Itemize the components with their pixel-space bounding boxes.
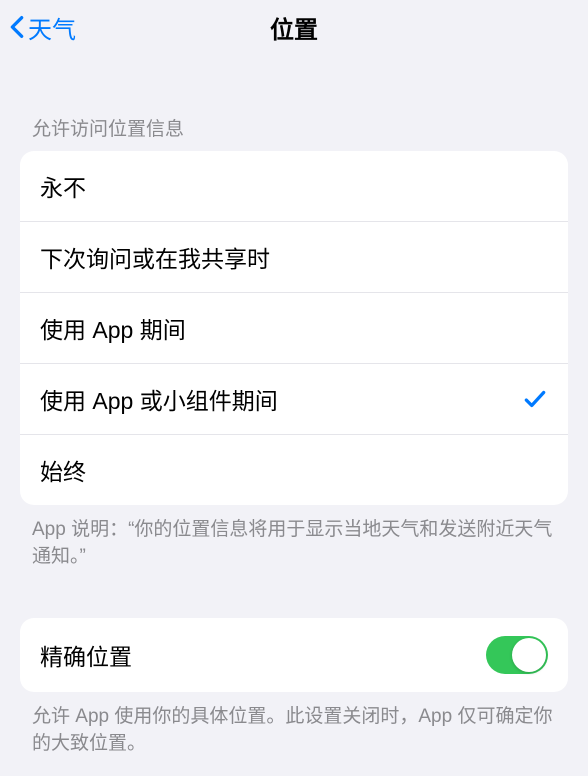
page-title: 位置: [270, 10, 318, 45]
switch-knob: [512, 638, 546, 672]
option-while-using-app-or-widgets[interactable]: 使用 App 或小组件期间: [20, 363, 568, 434]
section-header-location-access: 允许访问位置信息: [0, 54, 588, 151]
checkmark-icon: [522, 386, 548, 412]
navbar: 天气 位置: [0, 0, 588, 54]
option-label: 使用 App 期间: [40, 311, 186, 345]
location-access-options: 永不 下次询问或在我共享时 使用 App 期间 使用 App 或小组件期间 始终: [20, 151, 568, 505]
precise-location-label: 精确位置: [40, 638, 132, 672]
precise-location-group: 精确位置: [20, 618, 568, 692]
option-while-using-app[interactable]: 使用 App 期间: [20, 292, 568, 363]
precise-location-row[interactable]: 精确位置: [20, 618, 568, 692]
chevron-left-icon: [8, 13, 26, 41]
option-always[interactable]: 始终: [20, 434, 568, 505]
option-never[interactable]: 永不: [20, 151, 568, 221]
precise-location-toggle[interactable]: [486, 636, 548, 674]
back-label: 天气: [28, 10, 76, 45]
option-label: 使用 App 或小组件期间: [40, 382, 278, 416]
option-label: 下次询问或在我共享时: [40, 240, 270, 274]
section-footer-app-description: App 说明：“你的位置信息将用于显示当地天气和发送附近天气通知。”: [0, 505, 588, 570]
option-ask-next-time[interactable]: 下次询问或在我共享时: [20, 221, 568, 292]
section-footer-precise-location: 允许 App 使用你的具体位置。此设置关闭时，App 仅可确定你的大致位置。: [0, 692, 588, 757]
section-spacer: [0, 570, 588, 618]
option-label: 始终: [40, 453, 86, 487]
back-button[interactable]: 天气: [8, 10, 76, 45]
option-label: 永不: [40, 169, 86, 203]
